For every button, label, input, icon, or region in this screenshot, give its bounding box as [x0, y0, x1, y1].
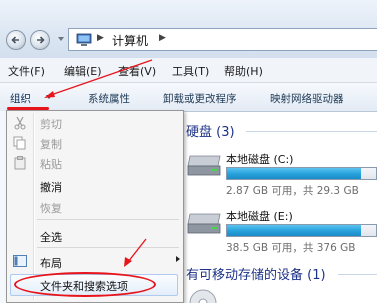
menu-edit[interactable]: 编辑(E) — [64, 63, 102, 79]
optical-drive-icon — [189, 289, 217, 303]
hard-drive-icon — [187, 213, 221, 234]
annotation-ellipse — [14, 272, 156, 297]
back-icon — [11, 36, 19, 44]
drive-c-usage-fill — [227, 168, 362, 179]
menu-separator — [37, 247, 179, 248]
back-button[interactable] — [6, 30, 26, 50]
menu-bar: 文件(F) 编辑(E) 查看(V) 工具(T) 帮助(H) — [0, 58, 377, 83]
forward-button[interactable] — [30, 30, 50, 50]
drive-c-usage-bar — [226, 167, 377, 180]
window-titlebar: ▶ 计算机 ▶ — [0, 0, 377, 58]
layout-icon — [13, 255, 27, 267]
hard-drive-icon — [187, 155, 221, 176]
breadcrumb-separator[interactable]: ▶ — [159, 33, 166, 43]
system-properties-button[interactable]: 系统属性 — [88, 91, 130, 106]
drive-e-info: 38.5 GB 可用，共 376 GB — [226, 242, 356, 254]
command-bar: 组织 系统属性 卸载或更改程序 映射网络驱动器 — [0, 83, 377, 112]
recent-pages-dropdown[interactable] — [58, 37, 64, 41]
menu-help[interactable]: 帮助(H) — [224, 63, 263, 79]
organize-button[interactable]: 组织 — [10, 91, 31, 106]
drive-e-usage-bar — [226, 224, 377, 237]
map-drive-button[interactable]: 映射网络驱动器 — [270, 91, 344, 106]
drive-c-info: 2.87 GB 可用，共 29.3 GB — [226, 185, 359, 197]
organize-dropdown-arrow[interactable] — [46, 95, 52, 99]
menu-file[interactable]: 文件(F) — [8, 63, 45, 79]
menu-tools[interactable]: 工具(T) — [172, 63, 209, 79]
menu-gutter — [33, 113, 35, 300]
paste-icon — [14, 156, 26, 170]
group-title-removable: 有可移动存储的设备 (1) — [186, 268, 326, 283]
menu-item-redo[interactable]: 恢复 — [40, 200, 62, 216]
uninstall-button[interactable]: 卸载或更改程序 — [163, 91, 237, 106]
menu-item-layout[interactable]: 布局 — [40, 255, 62, 271]
drive-e-usage-fill — [227, 225, 362, 236]
breadcrumb-computer[interactable]: 计算机 — [112, 32, 148, 49]
menu-item-copy[interactable]: 复制 — [40, 136, 62, 152]
breadcrumb-separator[interactable]: ▶ — [97, 33, 104, 43]
organize-menu: 剪切 复制 粘贴 撤消 恢复 全选 布局 文件夹和搜索选项 — [6, 110, 184, 303]
address-bar[interactable]: ▶ 计算机 ▶ — [68, 28, 377, 51]
group-title-hdd: 硬盘 (3) — [186, 125, 235, 140]
menu-item-paste[interactable]: 粘贴 — [40, 156, 62, 172]
menu-item-undo[interactable]: 撤消 — [40, 179, 62, 195]
menu-item-cut[interactable]: 剪切 — [40, 116, 62, 132]
group-divider — [338, 274, 377, 275]
submenu-arrow-icon — [176, 256, 180, 262]
group-divider — [246, 131, 377, 132]
menu-view[interactable]: 查看(V) — [118, 63, 156, 79]
drive-e-label[interactable]: 本地磁盘 (E:) — [226, 208, 293, 224]
menu-item-select-all[interactable]: 全选 — [40, 229, 62, 245]
copy-icon — [13, 136, 26, 150]
scissors-icon — [14, 116, 26, 130]
computer-icon — [76, 33, 92, 46]
menu-separator — [37, 219, 179, 220]
forward-icon — [37, 36, 45, 44]
drive-c-label[interactable]: 本地磁盘 (C:) — [226, 151, 293, 167]
